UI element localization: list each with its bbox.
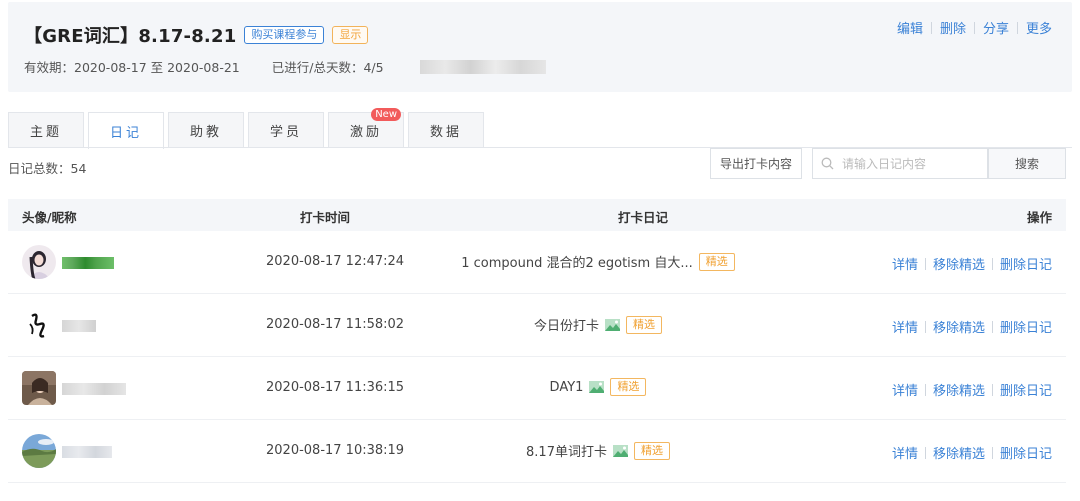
table-row: 2020-08-17 11:36:15 DAY1 精选 详情 移除精选 删除日记 <box>8 357 1066 420</box>
table-header: 头像/昵称 打卡时间 打卡日记 操作 <box>8 199 1066 231</box>
delete-diary-link[interactable]: 删除日记 <box>1000 380 1052 399</box>
featured-badge: 精选 <box>633 441 670 460</box>
remove-featured-link[interactable]: 移除精选 <box>933 254 985 273</box>
tab-topic[interactable]: 主题 <box>8 112 84 148</box>
nickname-redacted <box>62 257 114 269</box>
checkin-time: 2020-08-17 11:58:02 <box>266 317 405 332</box>
divider <box>924 383 926 396</box>
column-diary: 打卡日记 <box>618 210 669 225</box>
diary-count: 日记总数：54 <box>8 161 87 176</box>
image-icon <box>605 318 620 331</box>
featured-badge: 精选 <box>626 315 662 334</box>
diary-text[interactable]: 1 compound 混合的2 egotism 自大... <box>461 252 693 271</box>
tab-label: 学员 <box>269 125 302 140</box>
delete-diary-link[interactable]: 删除日记 <box>1000 443 1052 462</box>
divider <box>924 257 926 270</box>
search-box <box>812 148 988 179</box>
remove-featured-link[interactable]: 移除精选 <box>933 443 985 462</box>
delete-link[interactable]: 删除 <box>940 18 966 37</box>
divider <box>991 446 993 459</box>
title-row: 【GRE词汇】8.17-8.21 购买课程参与 显示 <box>24 22 369 48</box>
search-button[interactable]: 搜索 <box>988 148 1066 179</box>
tab-label: 激励 <box>349 125 382 140</box>
featured-badge: 精选 <box>698 252 735 271</box>
detail-link[interactable]: 详情 <box>892 254 918 273</box>
tab-label: 主题 <box>29 125 62 140</box>
avatar <box>22 434 56 468</box>
diary-cell: 1 compound 混合的2 egotism 自大... 精选 <box>428 252 768 271</box>
divider <box>991 320 993 333</box>
show-status-tag: 显示 <box>332 26 369 44</box>
nickname-redacted <box>62 383 126 395</box>
divider <box>991 257 993 270</box>
diary-cell: 8.17单词打卡 精选 <box>428 441 768 460</box>
image-icon <box>589 381 605 393</box>
checkin-time: 2020-08-17 11:36:15 <box>266 380 405 395</box>
buy-course-tag[interactable]: 购买课程参与 <box>244 26 325 44</box>
table-row: 2020-08-17 10:38:19 8.17单词打卡 精选 详情 移除精选 … <box>8 420 1066 483</box>
divider <box>1016 21 1018 34</box>
edit-link[interactable]: 编辑 <box>897 18 923 37</box>
validity-period: 有效期：2020-08-17 至 2020-08-21 <box>24 60 240 75</box>
row-actions: 详情 移除精选 删除日记 <box>892 254 1052 273</box>
checkin-time: 2020-08-17 12:47:24 <box>266 254 405 269</box>
progress-days: 已进行/总天数：4/5 <box>271 60 384 75</box>
nickname-redacted <box>62 320 96 332</box>
diary-text[interactable]: DAY1 <box>550 380 584 395</box>
new-badge: New <box>371 108 401 121</box>
divider <box>924 320 926 333</box>
page-title: 【GRE词汇】8.17-8.21 <box>24 26 237 47</box>
diary-cell: 今日份打卡 精选 <box>428 315 768 334</box>
more-link[interactable]: 更多 <box>1026 18 1052 37</box>
table-row: 2020-08-17 12:47:24 1 compound 混合的2 egot… <box>8 231 1066 294</box>
remove-featured-link[interactable]: 移除精选 <box>933 380 985 399</box>
detail-link[interactable]: 详情 <box>892 380 918 399</box>
diary-text[interactable]: 今日份打卡 <box>534 315 599 334</box>
divider <box>973 21 975 34</box>
avatar <box>22 371 56 405</box>
diary-cell: DAY1 精选 <box>428 378 768 396</box>
tab-label: 助教 <box>189 125 222 140</box>
delete-diary-link[interactable]: 删除日记 <box>1000 317 1052 336</box>
avatar <box>22 245 56 279</box>
remove-featured-link[interactable]: 移除精选 <box>933 317 985 336</box>
column-time: 打卡时间 <box>300 210 351 225</box>
tab-label: 数据 <box>429 125 462 140</box>
meta-row: 有效期：2020-08-17 至 2020-08-21 已进行/总天数：4/5 <box>24 57 546 76</box>
row-actions: 详情 移除精选 删除日记 <box>892 317 1052 336</box>
divider <box>930 21 932 34</box>
featured-badge: 精选 <box>610 378 647 396</box>
nickname-redacted <box>62 446 112 458</box>
column-ops: 操作 <box>1026 210 1052 225</box>
image-icon <box>612 444 628 457</box>
tab-diary[interactable]: 日记 <box>88 112 164 149</box>
search-input[interactable] <box>842 156 982 171</box>
column-avatar-nick: 头像/昵称 <box>22 210 77 225</box>
diary-text[interactable]: 8.17单词打卡 <box>526 441 607 460</box>
detail-link[interactable]: 详情 <box>892 443 918 462</box>
tab-assistant[interactable]: 助教 <box>168 112 244 148</box>
divider <box>924 446 926 459</box>
redacted-info <box>419 59 546 74</box>
tab-label: 日记 <box>109 125 142 141</box>
avatar <box>22 308 56 342</box>
course-header: 【GRE词汇】8.17-8.21 购买课程参与 显示 有效期：2020-08-1… <box>8 2 1072 92</box>
row-actions: 详情 移除精选 删除日记 <box>892 380 1052 399</box>
search-icon <box>821 157 834 170</box>
header-actions: 编辑 删除 分享 更多 <box>897 18 1052 37</box>
checkin-time: 2020-08-17 10:38:19 <box>266 443 405 458</box>
detail-link[interactable]: 详情 <box>892 317 918 336</box>
delete-diary-link[interactable]: 删除日记 <box>1000 254 1052 273</box>
row-actions: 详情 移除精选 删除日记 <box>892 443 1052 462</box>
tab-incentive[interactable]: 激励 New <box>328 108 404 148</box>
share-link[interactable]: 分享 <box>983 18 1009 37</box>
tab-students[interactable]: 学员 <box>248 112 324 148</box>
divider <box>991 383 993 396</box>
export-button[interactable]: 导出打卡内容 <box>710 148 802 179</box>
tab-data[interactable]: 数据 <box>408 112 484 148</box>
tab-bar: 主题 日记 助教 学员 激励 New 数据 <box>8 108 488 149</box>
table-row: 2020-08-17 11:58:02 今日份打卡 精选 详情 移除精选 删除日… <box>8 294 1066 357</box>
